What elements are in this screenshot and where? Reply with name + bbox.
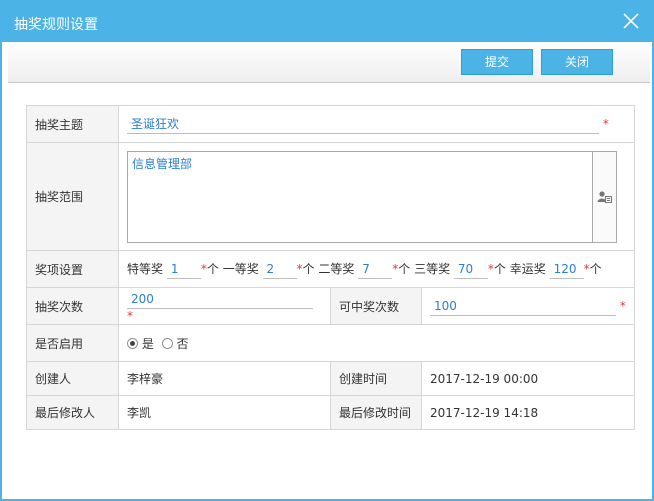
scope-textarea[interactable]: 信息管理部 [127,150,593,243]
enabled-yes-label: 是 [141,336,154,351]
close-button[interactable]: 关闭 [541,49,613,75]
creator-row: 创建人 李梓豪 创建时间 2017-12-19 00:00 [26,361,636,396]
max-wins-input[interactable]: 100 [430,296,616,316]
prizes-row: 奖项设置 特等奖 1 *个 一等奖 2 *个 二等奖 7 *个 三等奖 70 *个 [26,250,636,288]
prize-count-input[interactable]: 2 [262,259,297,279]
dialog-title: 抽奖规则设置 [14,17,98,33]
required-mark: * [602,117,609,131]
modified-time-label: 最后修改时间 [330,395,422,430]
close-icon[interactable] [620,10,642,32]
prize-count-input[interactable]: 7 [358,259,393,279]
user-select-icon [597,190,612,203]
enabled-row: 是否启用 是 否 [26,324,636,362]
prize-item: 一等奖 2 *个 [223,259,315,279]
created-time-value: 2017-12-19 00:00 [420,361,636,396]
prize-list: 特等奖 1 *个 一等奖 2 *个 二等奖 7 *个 三等奖 70 *个 幸运奖 1 [117,250,636,288]
modifier-label: 最后修改人 [26,395,119,430]
dialog-titlebar: 抽奖规则设置 [2,2,652,42]
enabled-label: 是否启用 [26,324,119,362]
prize-item: 特等奖 1 *个 [127,259,219,279]
created-time-label: 创建时间 [330,361,422,396]
submit-button[interactable]: 提交 [461,49,533,75]
creator-label: 创建人 [26,361,119,396]
select-member-button[interactable] [593,150,617,243]
scope-row: 抽奖范围 信息管理部 [26,142,636,251]
subject-row: 抽奖主题 圣诞狂欢 * [26,105,636,143]
enabled-no-radio[interactable] [161,337,173,349]
subject-label: 抽奖主题 [26,105,119,143]
enabled-no-label: 否 [176,336,189,351]
prize-count-input[interactable]: 1 [166,259,201,279]
lottery-rule-dialog: 抽奖规则设置 提交 关闭 抽奖主题 圣诞狂欢 * 抽奖范围 信息管理部 奖项设置… [0,0,654,501]
scope-label: 抽奖范围 [26,142,119,251]
modified-time-value: 2017-12-19 14:18 [420,395,636,430]
max-wins-label: 可中奖次数 [330,287,422,325]
creator-value: 李梓豪 [118,361,331,396]
modifier-row: 最后修改人 李凯 最后修改时间 2017-12-19 14:18 [26,395,636,430]
prize-item: 幸运奖 120 *个 [510,259,602,279]
rule-form: 抽奖主题 圣诞狂欢 * 抽奖范围 信息管理部 奖项设置 特等奖 1 *个 一等奖… [26,105,636,430]
enabled-yes-radio[interactable] [127,337,138,349]
prize-item: 二等奖 7 *个 [318,259,410,279]
prize-count-input[interactable]: 70 [453,259,488,279]
draw-times-input[interactable]: 200 [127,289,313,309]
subject-input[interactable]: 圣诞狂欢 [127,114,599,134]
prize-count-input[interactable]: 120 [549,259,584,279]
draw-times-label: 抽奖次数 [26,287,119,325]
prizes-label: 奖项设置 [26,250,119,288]
toolbar: 提交 关闭 [8,42,650,83]
draw-times-row: 抽奖次数 200 * 可中奖次数 100 * [26,287,636,325]
modifier-value: 李凯 [118,395,331,430]
prize-item: 三等奖 70 *个 [414,259,506,279]
